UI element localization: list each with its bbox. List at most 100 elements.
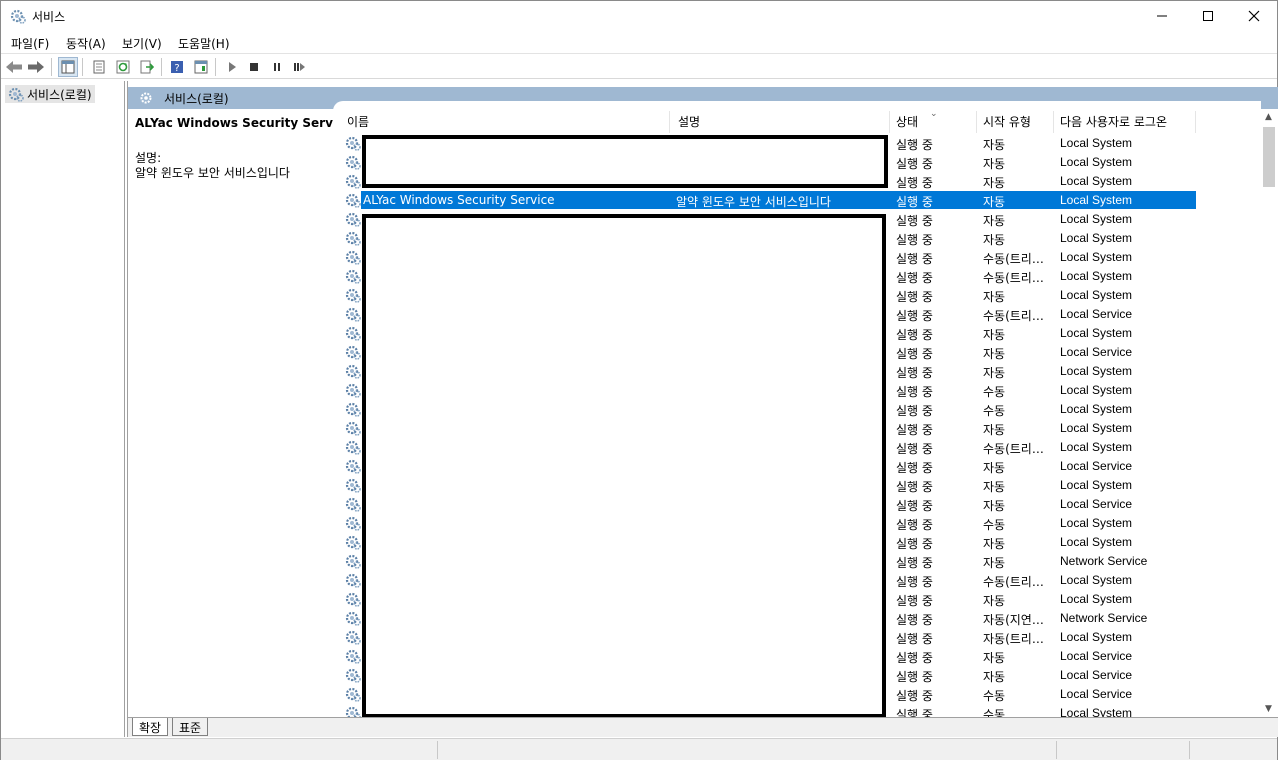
- status-bar: [1, 738, 1277, 760]
- service-log-on-as: Local System: [1060, 364, 1133, 378]
- panel-title: 서비스(로컬): [164, 92, 229, 106]
- service-log-on-as: Local System: [1060, 478, 1133, 492]
- menu-help[interactable]: 도움말(H): [178, 35, 230, 52]
- service-gear-icon: [345, 515, 361, 534]
- service-gear-icon: [345, 572, 361, 591]
- service-gear-icon: [345, 553, 361, 572]
- menu-file[interactable]: 파일(F): [11, 35, 49, 52]
- tree-item-label: 서비스(로컬): [27, 88, 92, 102]
- scroll-down-arrow-icon[interactable]: ▼: [1265, 704, 1272, 714]
- service-log-on-as: Local System: [1060, 573, 1133, 587]
- service-log-on-as: Local System: [1060, 155, 1133, 169]
- redaction-box: [362, 214, 886, 717]
- service-gear-icon: [345, 306, 361, 325]
- service-gear-icon: [345, 211, 361, 230]
- service-startup-type: 자동: [983, 461, 1006, 475]
- pause-service-icon[interactable]: [267, 57, 287, 77]
- service-gear-icon: [345, 173, 361, 192]
- service-gear-icon: [345, 154, 361, 173]
- service-log-on-as: Local System: [1060, 269, 1133, 283]
- service-gear-icon: [345, 287, 361, 306]
- service-log-on-as: Local System: [1060, 136, 1133, 150]
- scrollbar-thumb[interactable]: [1263, 127, 1275, 187]
- view-tabs: 확장 표준: [128, 717, 1278, 737]
- service-gear-icon: [345, 325, 361, 344]
- service-name: ALYac Windows Security Service: [363, 193, 555, 207]
- refresh-icon[interactable]: [113, 57, 133, 77]
- back-arrow-icon[interactable]: [4, 57, 24, 77]
- column-header-log-on-as[interactable]: 다음 사용자로 로그온: [1060, 113, 1167, 130]
- close-button[interactable]: [1231, 1, 1277, 31]
- service-status: 실행 중: [896, 442, 933, 456]
- help-icon[interactable]: ?: [167, 57, 187, 77]
- service-log-on-as: Local System: [1060, 535, 1133, 549]
- services-list: 이름 설명 ⌄ 상태 시작 유형 다음 사용자로 로그온 실행 중 자동 Local…: [333, 101, 1261, 717]
- service-status: 실행 중: [896, 328, 933, 342]
- column-header-name[interactable]: 이름: [347, 113, 369, 130]
- service-log-on-as: Local System: [1060, 516, 1133, 530]
- window-title: 서비스: [32, 10, 66, 24]
- service-gear-icon: [345, 591, 361, 610]
- service-startup-type: 자동: [983, 537, 1006, 551]
- maximize-button[interactable]: [1185, 1, 1231, 31]
- service-log-on-as: Local Service: [1060, 307, 1133, 321]
- column-header-description[interactable]: 설명: [678, 113, 700, 130]
- service-startup-type: 수동: [983, 689, 1006, 703]
- service-status: 실행 중: [896, 480, 933, 494]
- restart-service-icon[interactable]: [290, 57, 310, 77]
- show-hide-action-pane-icon[interactable]: [191, 57, 211, 77]
- service-log-on-as: Local System: [1060, 326, 1133, 340]
- export-list-icon[interactable]: [137, 57, 157, 77]
- scroll-up-arrow-icon[interactable]: ▲: [1265, 112, 1272, 122]
- service-gear-icon: [345, 496, 361, 515]
- forward-arrow-icon[interactable]: [26, 57, 46, 77]
- service-status: 실행 중: [896, 404, 933, 418]
- service-log-on-as: Local System: [1060, 383, 1133, 397]
- service-status: 실행 중: [896, 138, 933, 152]
- service-gear-icon: [345, 629, 361, 648]
- service-status: 실행 중: [896, 499, 933, 513]
- service-status: 실행 중: [896, 518, 933, 532]
- minimize-button[interactable]: [1139, 1, 1185, 31]
- service-log-on-as: Local System: [1060, 440, 1133, 454]
- service-log-on-as: Network Service: [1060, 611, 1148, 625]
- services-content-pane: 서비스(로컬) ALYac Windows Security Service 설…: [127, 81, 1278, 737]
- menu-view[interactable]: 보기(V): [122, 35, 162, 52]
- service-startup-type: 자동: [983, 138, 1006, 152]
- console-tree-icon[interactable]: [58, 57, 78, 77]
- service-startup-type: 수동(트리…: [983, 309, 1044, 323]
- service-startup-type: 자동: [983, 499, 1006, 513]
- service-startup-type: 수동: [983, 708, 1006, 717]
- start-service-icon[interactable]: [222, 57, 242, 77]
- service-startup-type: 자동: [983, 214, 1006, 228]
- service-gear-icon: [345, 705, 361, 717]
- title-bar: 서비스: [1, 1, 1277, 31]
- tab-standard[interactable]: 표준: [172, 718, 209, 736]
- svg-text:?: ?: [174, 63, 179, 74]
- service-status: 실행 중: [896, 271, 933, 285]
- sort-chevron-icon: ⌄: [930, 109, 938, 119]
- service-log-on-as: Local Service: [1060, 687, 1133, 701]
- tree-item-services-local[interactable]: 서비스(로컬): [5, 85, 95, 103]
- column-header-startup-type[interactable]: 시작 유형: [983, 113, 1031, 130]
- service-startup-type: 자동: [983, 176, 1006, 190]
- column-header-status[interactable]: 상태: [896, 113, 918, 130]
- properties-icon[interactable]: [89, 57, 109, 77]
- menu-action[interactable]: 동작(A): [66, 35, 106, 52]
- service-startup-type: 자동: [983, 594, 1006, 608]
- vertical-scrollbar[interactable]: ▲ ▼: [1261, 109, 1278, 717]
- service-gear-icon: [345, 458, 361, 477]
- service-startup-type: 수동(트리…: [983, 271, 1044, 285]
- toolbar: ?: [1, 55, 1277, 79]
- table-row[interactable]: ALYac Windows Security Service 알약 윈도우 보안 …: [333, 191, 1261, 210]
- service-log-on-as: Local Service: [1060, 649, 1133, 663]
- service-log-on-as: Local System: [1060, 231, 1133, 245]
- service-startup-type: 자동: [983, 556, 1006, 570]
- description-text: 알약 윈도우 보안 서비스입니다: [135, 166, 290, 180]
- service-status: 실행 중: [896, 366, 933, 380]
- tab-extended[interactable]: 확장: [132, 718, 169, 736]
- stop-service-icon[interactable]: [244, 57, 264, 77]
- service-gear-icon: [345, 648, 361, 667]
- service-status: 실행 중: [896, 233, 933, 247]
- service-log-on-as: Local System: [1060, 592, 1133, 606]
